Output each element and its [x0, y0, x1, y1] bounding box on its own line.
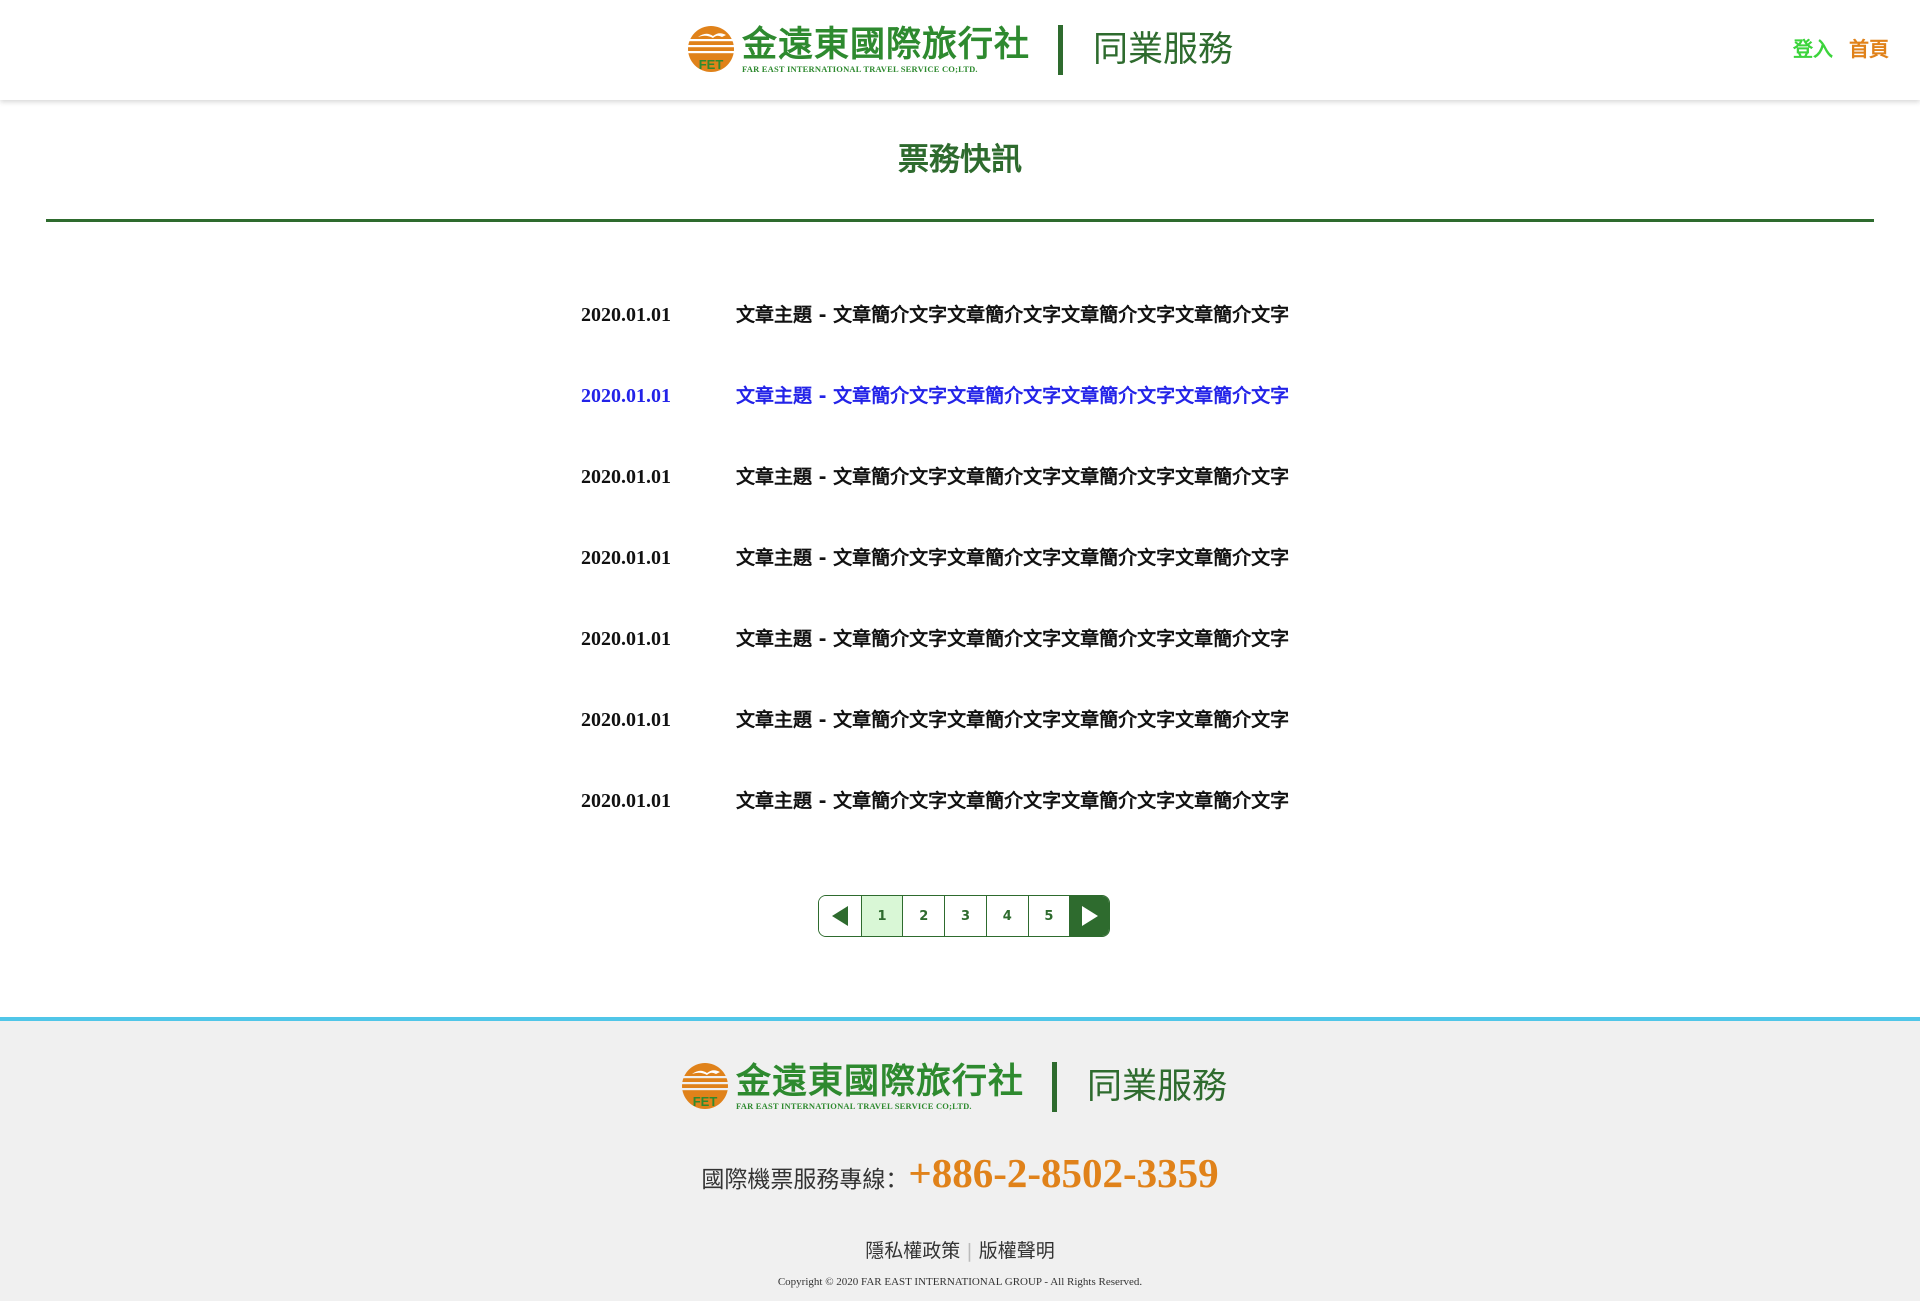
logo-chinese-name: 金遠東國際旅行社 — [736, 1062, 1025, 1102]
link-separator: | — [966, 1240, 973, 1262]
news-date: 2020.01.01 — [581, 385, 671, 407]
triangle-right-icon — [1081, 906, 1098, 926]
logo-english-name: FAR EAST INTERNATIONAL TRAVEL SERVICE CO… — [742, 64, 978, 74]
fet-logo-icon: FET — [688, 26, 734, 72]
news-item[interactable]: 2020.01.01 文章主題 - 文章簡介文字文章簡介文字文章簡介文字文章簡介… — [581, 295, 1381, 376]
hotline-label: 國際機票服務專線： — [701, 1167, 909, 1193]
news-list: 2020.01.01 文章主題 - 文章簡介文字文章簡介文字文章簡介文字文章簡介… — [581, 295, 1381, 862]
prev-page-button[interactable] — [819, 896, 861, 936]
news-title[interactable]: 文章主題 - 文章簡介文字文章簡介文字文章簡介文字文章簡介文字 — [736, 700, 1289, 740]
footer-links: 隱私權政策 | 版權聲明 — [0, 1236, 1920, 1263]
brand-divider — [1052, 1062, 1058, 1112]
logo-badge: FET — [699, 57, 724, 72]
title-divider — [46, 219, 1874, 222]
page-2-button[interactable]: 2 — [902, 896, 944, 936]
news-item[interactable]: 2020.01.01 文章主題 - 文章簡介文字文章簡介文字文章簡介文字文章簡介… — [581, 700, 1381, 781]
service-title: 同業服務 — [1093, 30, 1234, 70]
logo-chinese-name: 金遠東國際旅行社 — [742, 25, 1031, 65]
page-title: 票務快訊 — [898, 142, 1022, 178]
news-date: 2020.01.01 — [581, 628, 671, 650]
brand-divider — [1058, 25, 1064, 75]
top-nav: 登入 首頁 — [1793, 37, 1889, 61]
login-link[interactable]: 登入 — [1793, 37, 1833, 61]
page-3-button[interactable]: 3 — [944, 896, 986, 936]
hotline-number[interactable]: +886-2-8502-3359 — [908, 1150, 1218, 1196]
fet-logo-icon: FET — [682, 1063, 728, 1109]
news-title[interactable]: 文章主題 - 文章簡介文字文章簡介文字文章簡介文字文章簡介文字 — [736, 295, 1289, 335]
footer-service-title: 同業服務 — [1087, 1067, 1228, 1107]
news-item[interactable]: 2020.01.01 文章主題 - 文章簡介文字文章簡介文字文章簡介文字文章簡介… — [581, 538, 1381, 619]
triangle-left-icon — [831, 906, 848, 926]
page-5-button[interactable]: 5 — [1027, 896, 1070, 936]
news-title[interactable]: 文章主題 - 文章簡介文字文章簡介文字文章簡介文字文章簡介文字 — [736, 781, 1289, 821]
copyright-text: Copyright © 2020 FAR EAST INTERNATIONAL … — [777, 1276, 1143, 1288]
news-title[interactable]: 文章主題 - 文章簡介文字文章簡介文字文章簡介文字文章簡介文字 — [736, 376, 1289, 416]
news-date: 2020.01.01 — [581, 466, 671, 488]
news-item[interactable]: 2020.01.01 文章主題 - 文章簡介文字文章簡介文字文章簡介文字文章簡介… — [581, 781, 1381, 862]
logo-english-name: FAR EAST INTERNATIONAL TRAVEL SERVICE CO… — [736, 1101, 972, 1111]
copyright-notice-link[interactable]: 版權聲明 — [979, 1240, 1055, 1262]
news-item-hovered[interactable]: 2020.01.01 文章主題 - 文章簡介文字文章簡介文字文章簡介文字文章簡介… — [581, 376, 1381, 457]
home-link[interactable]: 首頁 — [1849, 37, 1889, 61]
page-4-button[interactable]: 4 — [985, 896, 1028, 936]
news-date: 2020.01.01 — [581, 790, 671, 812]
privacy-policy-link[interactable]: 隱私權政策 — [865, 1240, 960, 1262]
logo-badge: FET — [693, 1094, 718, 1109]
footer-brand-logo: FET 金遠東國際旅行社 FAR EAST INTERNATIONAL TRAV… — [680, 1059, 1227, 1115]
news-item[interactable]: 2020.01.01 文章主題 - 文章簡介文字文章簡介文字文章簡介文字文章簡介… — [581, 619, 1381, 700]
next-page-button[interactable] — [1069, 896, 1109, 936]
hotline: 國際機票服務專線：+886-2-8502-3359 — [0, 1149, 1920, 1197]
news-title[interactable]: 文章主題 - 文章簡介文字文章簡介文字文章簡介文字文章簡介文字 — [736, 619, 1289, 659]
brand-logo[interactable]: FET 金遠東國際旅行社 FAR EAST INTERNATIONAL TRAV… — [686, 22, 1233, 78]
site-footer: FET 金遠東國際旅行社 FAR EAST INTERNATIONAL TRAV… — [0, 1017, 1920, 1301]
news-item[interactable]: 2020.01.01 文章主題 - 文章簡介文字文章簡介文字文章簡介文字文章簡介… — [581, 457, 1381, 538]
news-date: 2020.01.01 — [581, 709, 671, 731]
news-date: 2020.01.01 — [581, 547, 671, 569]
news-title[interactable]: 文章主題 - 文章簡介文字文章簡介文字文章簡介文字文章簡介文字 — [736, 538, 1289, 578]
news-date: 2020.01.01 — [581, 304, 671, 326]
page-1-button[interactable]: 1 — [860, 896, 903, 936]
site-header: FET 金遠東國際旅行社 FAR EAST INTERNATIONAL TRAV… — [0, 0, 1920, 100]
news-title[interactable]: 文章主題 - 文章簡介文字文章簡介文字文章簡介文字文章簡介文字 — [736, 457, 1289, 497]
pagination: 1 2 3 4 5 — [818, 895, 1110, 937]
